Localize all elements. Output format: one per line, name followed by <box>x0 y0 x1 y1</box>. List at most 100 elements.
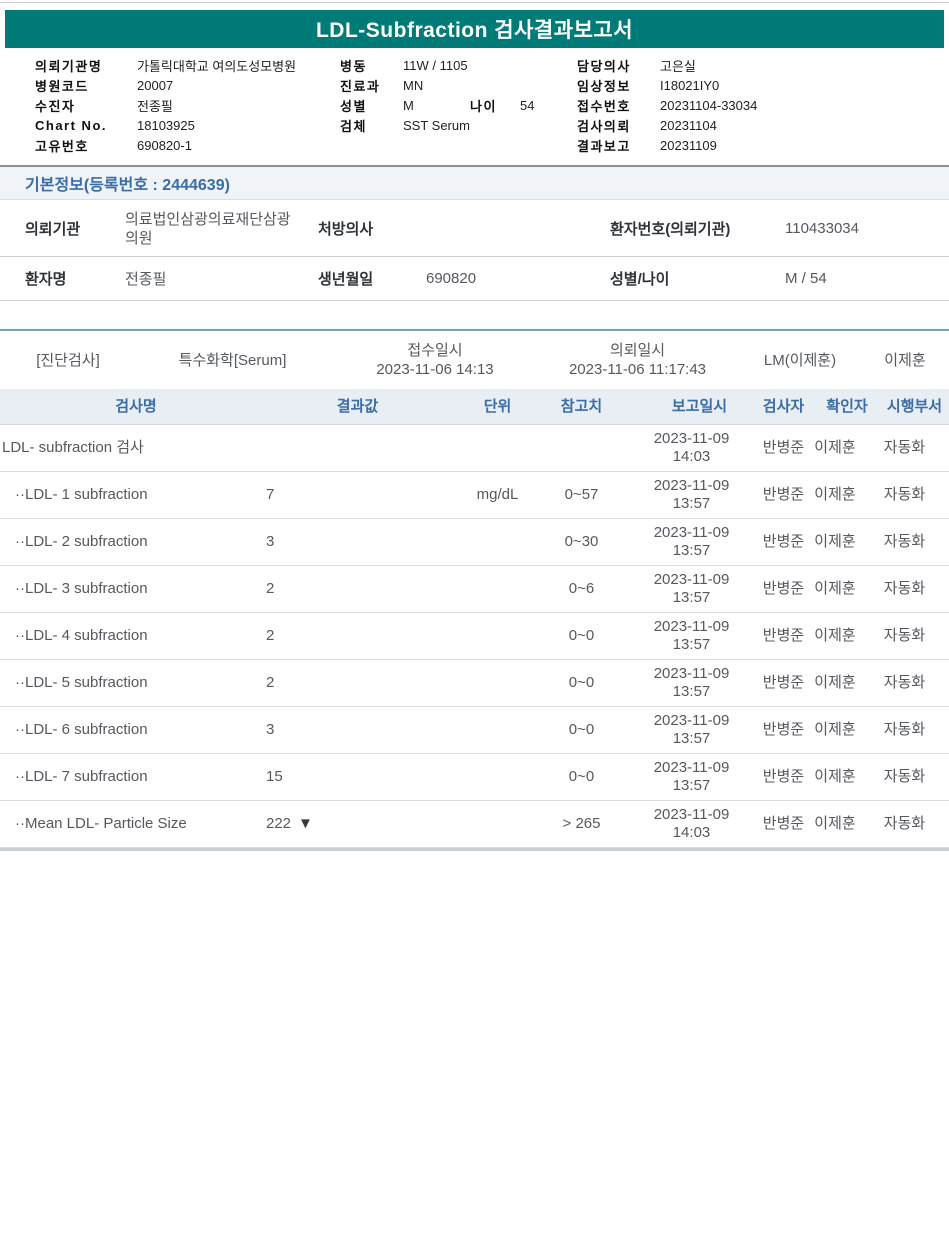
report-page: LDL-Subfraction 검사결과보고서 의뢰기관명가톨릭대학교 여의도성… <box>0 0 949 1241</box>
result-row-group: LDL- subfraction 검사 2023-11-0914:03 반병준 … <box>0 425 949 472</box>
field-label: 생년월일 <box>318 257 373 300</box>
field-value: 의료법인삼광의료재단삼광의원 <box>125 201 297 256</box>
reference-range: > 265 <box>535 801 628 847</box>
col-header-report-date: 보고일시 <box>636 389 763 424</box>
test-name: LDL- subfraction 검사 <box>0 425 272 471</box>
field-value: 110433034 <box>785 201 859 256</box>
confirmer: 이제훈 <box>807 660 863 706</box>
report-title-bar: LDL-Subfraction 검사결과보고서 <box>5 10 944 48</box>
result-number: 2 <box>266 580 274 598</box>
result-row: ··LDL- 1 subfraction 7 mg/dL 0~57 2023-1… <box>0 472 949 519</box>
field-patient: 수진자전종필 <box>35 96 296 116</box>
table-bottom-border <box>0 848 949 851</box>
report-time: 13:57 <box>673 777 711 795</box>
field-result-report: 결과보고20231109 <box>577 135 757 155</box>
report-datetime: 2023-11-0914:03 <box>628 801 755 847</box>
result-number: 2 <box>266 627 274 645</box>
result-row: ··LDL- 3 subfraction 2 0~6 2023-11-0913:… <box>0 566 949 613</box>
page-title: LDL-Subfraction 검사결과보고서 <box>316 14 633 44</box>
tester: 반병준 <box>755 425 812 471</box>
basic-info-row-2: 환자명 전종필 생년월일 690820 성별/나이 M / 54 <box>0 257 949 301</box>
diag-category: 특수화학[Serum] <box>160 331 305 389</box>
report-date: 2023-11-09 <box>654 806 730 824</box>
report-date: 2023-11-09 <box>654 759 730 777</box>
field-value: M / 54 <box>785 257 827 300</box>
result-value <box>255 425 460 471</box>
report-date: 2023-11-09 <box>654 571 730 589</box>
report-time: 13:57 <box>673 589 711 607</box>
tester: 반병준 <box>755 660 812 706</box>
basic-info-header: 기본정보(등록번호 : 2444639) <box>0 167 949 200</box>
result-row: ··LDL- 7 subfraction 15 0~0 2023-11-0913… <box>0 754 949 801</box>
field-specimen: 검체SST Serum <box>340 115 470 135</box>
unit <box>460 566 535 612</box>
result-value: 222▼ <box>255 801 460 847</box>
field-department: 진료과MN <box>340 76 470 96</box>
reference-range: 0~6 <box>535 566 628 612</box>
report-date: 2023-11-09 <box>654 712 730 730</box>
diag-lm: LM(이제훈) <box>750 331 850 389</box>
report-date: 2023-11-09 <box>654 430 730 448</box>
tester: 반병준 <box>755 801 812 847</box>
report-time: 14:03 <box>673 824 711 842</box>
report-date: 2023-11-09 <box>654 618 730 636</box>
report-datetime: 2023-11-0913:57 <box>628 660 755 706</box>
col-header-test-name: 검사명 <box>0 389 272 424</box>
receipt-value: 2023-11-06 14:13 <box>376 360 493 379</box>
tester: 반병준 <box>755 754 812 800</box>
top-divider <box>0 2 949 3</box>
result-number: 15 <box>266 768 283 786</box>
unit <box>460 801 535 847</box>
unit <box>460 754 535 800</box>
field-label: 임상정보 <box>577 76 660 95</box>
diag-dept: [진단검사] <box>18 331 118 389</box>
report-date: 2023-11-09 <box>654 477 730 495</box>
field-value: 20231104 <box>660 118 717 133</box>
diag-receipt-datetime: 접수일시 2023-11-06 14:13 <box>340 331 530 389</box>
field-label-age: 나이 <box>470 96 497 115</box>
reference-range: 0~0 <box>535 613 628 659</box>
result-value: 2 <box>255 613 460 659</box>
results-table-header: 검사명 결과값 단위 참고치 보고일시 검사자 확인자 시행부서 <box>0 389 949 425</box>
report-date: 2023-11-09 <box>654 665 730 683</box>
test-name: ··LDL- 4 subfraction <box>0 613 272 659</box>
test-name: ··Mean LDL- Particle Size <box>0 801 272 847</box>
patient-header-col2: 병동11W / 1105 진료과MN 성별M나이54 검체SST Serum <box>340 56 470 135</box>
tester: 반병준 <box>755 519 812 565</box>
field-value: 20231109 <box>660 138 717 153</box>
report-time: 14:03 <box>673 448 711 466</box>
test-name: ··LDL- 2 subfraction <box>0 519 272 565</box>
unit <box>460 660 535 706</box>
unit <box>460 519 535 565</box>
field-sex-age: 성별M나이54 <box>340 96 470 116</box>
field-label: 의뢰기관 <box>25 201 80 256</box>
basic-info-row-1: 의뢰기관 의료법인삼광의료재단삼광의원 처방의사 환자번호(의뢰기관) 1104… <box>0 201 949 257</box>
report-datetime: 2023-11-0913:57 <box>628 519 755 565</box>
reference-range: 0~0 <box>535 660 628 706</box>
field-value: MN <box>403 78 423 93</box>
field-value: 전종필 <box>125 257 166 300</box>
exec-dept: 자동화 <box>864 566 945 612</box>
request-value: 2023-11-06 11:17:43 <box>569 360 706 379</box>
reference-range: 0~0 <box>535 707 628 753</box>
col-header-dept: 시행부서 <box>874 389 949 424</box>
result-row: ··LDL- 6 subfraction 3 0~0 2023-11-0913:… <box>0 707 949 754</box>
request-label: 의뢰일시 <box>610 341 665 360</box>
field-chart-no: Chart No.18103925 <box>35 115 296 135</box>
unit: mg/dL <box>460 472 535 518</box>
field-test-request: 검사의뢰20231104 <box>577 115 757 135</box>
report-time: 13:57 <box>673 636 711 654</box>
exec-dept: 자동화 <box>864 801 945 847</box>
confirmer: 이제훈 <box>807 801 863 847</box>
unit <box>460 613 535 659</box>
field-label: 성별 <box>340 96 403 115</box>
field-value: 690820-1 <box>137 138 192 153</box>
field-receipt-no: 접수번호20231104-33034 <box>577 96 757 116</box>
report-time: 13:57 <box>673 730 711 748</box>
report-datetime: 2023-11-0913:57 <box>628 566 755 612</box>
flag-icon: ▼ <box>298 815 313 833</box>
col-header-tester: 검사자 <box>755 389 812 424</box>
field-value: 20007 <box>137 78 173 93</box>
result-number: 7 <box>266 486 274 504</box>
field-label: 병동 <box>340 56 403 75</box>
